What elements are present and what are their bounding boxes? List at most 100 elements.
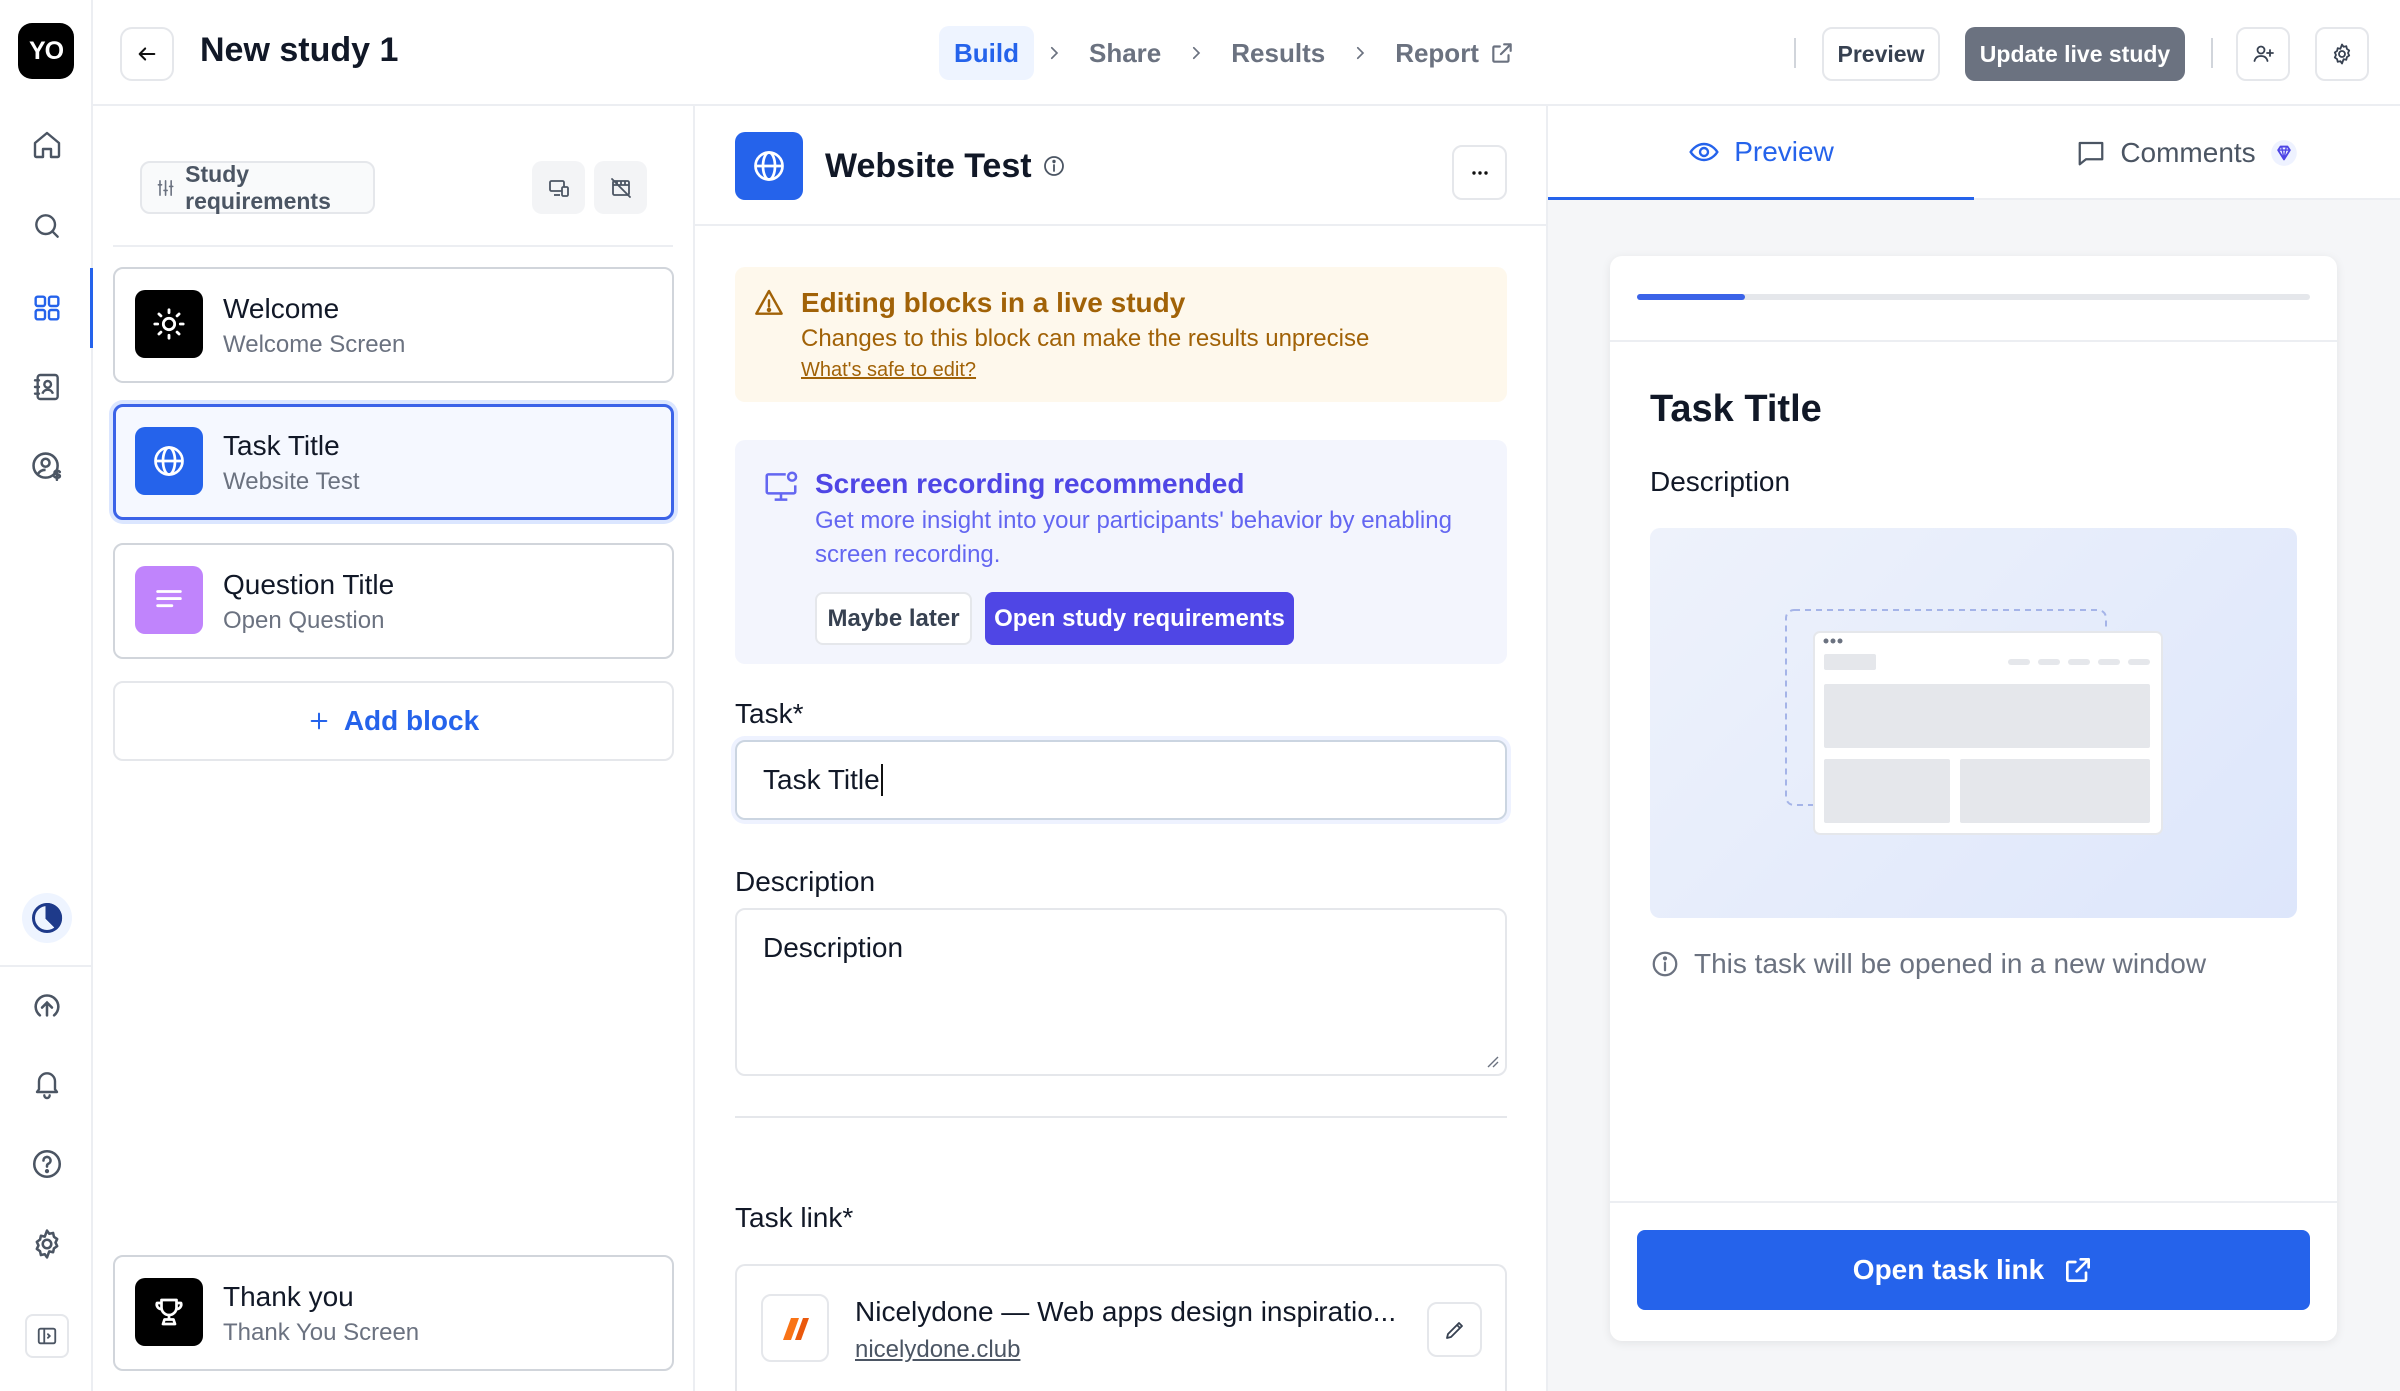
sun-icon <box>135 290 203 358</box>
info-icon[interactable] <box>1042 154 1066 178</box>
bell-icon[interactable] <box>22 1059 72 1109</box>
block-card-task[interactable]: Task Title Website Test <box>113 404 674 520</box>
task-link-label: Task link* <box>735 1202 854 1233</box>
safe-to-edit-link[interactable]: What's safe to edit? <box>801 359 976 382</box>
browser-window-icon <box>1785 609 2163 835</box>
resize-grip-icon[interactable] <box>1483 1052 1499 1068</box>
new-window-note-text: This task will be opened in a new window <box>1694 948 2207 979</box>
top-header: New study 1 Build Share Results Report P… <box>93 0 2400 106</box>
step-share[interactable]: Share <box>1074 26 1176 80</box>
globe-icon <box>135 427 203 495</box>
preview-tabs: Preview Comments <box>1548 106 2400 200</box>
block-subtitle: Website Test <box>223 468 360 495</box>
block-card-question[interactable]: Question Title Open Question <box>113 543 674 659</box>
progress-fill <box>1637 294 1745 300</box>
editor-divider <box>735 1116 1507 1118</box>
description-textarea[interactable]: Description <box>735 908 1507 1076</box>
update-live-study-button[interactable]: Update live study <box>1965 27 2185 81</box>
block-title: Thank you <box>223 1281 354 1312</box>
info-icon <box>1652 951 1678 977</box>
devices-icon <box>548 179 569 197</box>
task-link-url[interactable]: nicelydone.club <box>855 1336 1020 1364</box>
block-title: Task Title <box>223 430 340 461</box>
task-input-value: Task Title <box>763 764 880 795</box>
warning-title: Editing blocks in a live study <box>801 287 1186 318</box>
help-icon[interactable] <box>22 1139 72 1189</box>
block-title: Welcome <box>223 293 340 324</box>
task-input[interactable]: Task Title <box>735 740 1507 820</box>
add-block-button[interactable]: Add block <box>113 681 674 761</box>
block-subtitle: Open Question <box>223 607 385 634</box>
editor-header: Website Test <box>695 106 1548 226</box>
diamond-premium-icon <box>2270 140 2297 166</box>
new-window-note: This task will be opened in a new window <box>1650 948 2206 980</box>
description-label: Description <box>735 866 876 897</box>
tab-comments[interactable]: Comments <box>1974 106 2400 200</box>
edit-link-button[interactable] <box>1427 1302 1482 1357</box>
app-logo[interactable]: YO <box>18 23 74 79</box>
card-divider <box>1610 340 2337 342</box>
task-label: Task* <box>735 698 804 729</box>
preview-task-title: Task Title <box>1650 388 1822 430</box>
blocks-panel: Study requirements Welcome Welcome Scree… <box>93 106 695 1391</box>
user-dollar-icon[interactable] <box>22 442 72 492</box>
header-divider <box>1794 38 1796 68</box>
recording-text: Get more insight into your participants'… <box>815 507 1452 568</box>
preview-panel: Preview Comments Task Title Description <box>1548 106 2400 1391</box>
step-report[interactable]: Report <box>1380 26 1530 80</box>
rail-divider <box>0 965 93 967</box>
preview-button[interactable]: Preview <box>1822 27 1940 81</box>
recording-title: Screen recording recommended <box>815 468 1245 499</box>
arrow-left-icon <box>138 47 156 61</box>
grid-icon[interactable] <box>22 283 72 333</box>
gear-icon <box>2333 43 2351 65</box>
task-link-card[interactable]: Nicelydone — Web apps design inspiratio.… <box>735 1264 1507 1391</box>
recording-toggle-button[interactable] <box>594 161 647 214</box>
more-options-button[interactable] <box>1452 145 1507 200</box>
chart-pie-icon[interactable] <box>22 893 72 943</box>
sidebar-toggle-icon[interactable] <box>25 1314 69 1358</box>
tab-preview[interactable]: Preview <box>1548 106 1974 200</box>
maybe-later-button[interactable]: Maybe later <box>815 592 972 645</box>
search-icon[interactable] <box>22 201 72 251</box>
tab-comments-label: Comments <box>2120 137 2256 168</box>
description-value: Description <box>763 932 904 963</box>
task-link-title: Nicelydone — Web apps design inspiratio.… <box>855 1296 1397 1327</box>
video-off-icon <box>610 177 631 198</box>
chevron-right-icon <box>1340 44 1380 62</box>
nicelydone-logo-icon <box>761 1294 829 1362</box>
open-task-link-button[interactable]: Open task link <box>1637 1230 2310 1310</box>
plus-icon <box>310 712 328 730</box>
block-subtitle: Welcome Screen <box>223 331 406 358</box>
block-editor: Website Test Editing blocks in a live st… <box>695 106 1548 1391</box>
device-toggle-button[interactable] <box>532 161 585 214</box>
block-card-thank-you[interactable]: Thank you Thank You Screen <box>113 1255 674 1371</box>
step-results[interactable]: Results <box>1216 26 1340 80</box>
chevron-right-icon <box>1034 44 1074 62</box>
gear-icon[interactable] <box>22 1219 72 1269</box>
globe-icon <box>735 132 803 200</box>
step-report-label: Report <box>1395 37 1479 68</box>
eye-icon <box>1689 142 1719 161</box>
participant-preview-card: Task Title Description This task will be… <box>1610 256 2337 1341</box>
card-divider <box>1610 1201 2337 1203</box>
study-title[interactable]: New study 1 <box>200 31 398 70</box>
invite-user-button[interactable] <box>2236 27 2290 81</box>
contacts-icon[interactable] <box>22 362 72 412</box>
tab-preview-label: Preview <box>1734 135 1834 167</box>
chevron-right-icon <box>1176 44 1216 62</box>
header-divider <box>2211 38 2213 68</box>
add-block-label: Add block <box>343 705 480 736</box>
website-illustration <box>1650 528 2297 918</box>
block-card-welcome[interactable]: Welcome Welcome Screen <box>113 267 674 383</box>
open-study-requirements-button[interactable]: Open study requirements <box>985 592 1294 645</box>
home-icon[interactable] <box>22 120 72 170</box>
study-settings-button[interactable] <box>2315 27 2369 81</box>
warning-text: Changes to this block can make the resul… <box>801 325 1370 352</box>
editor-title: Website Test <box>825 147 1032 185</box>
back-button[interactable] <box>120 27 174 81</box>
step-build[interactable]: Build <box>939 26 1034 80</box>
upload-cloud-icon[interactable] <box>22 979 72 1029</box>
trophy-icon <box>135 1278 203 1346</box>
study-requirements-button[interactable]: Study requirements <box>140 161 375 214</box>
